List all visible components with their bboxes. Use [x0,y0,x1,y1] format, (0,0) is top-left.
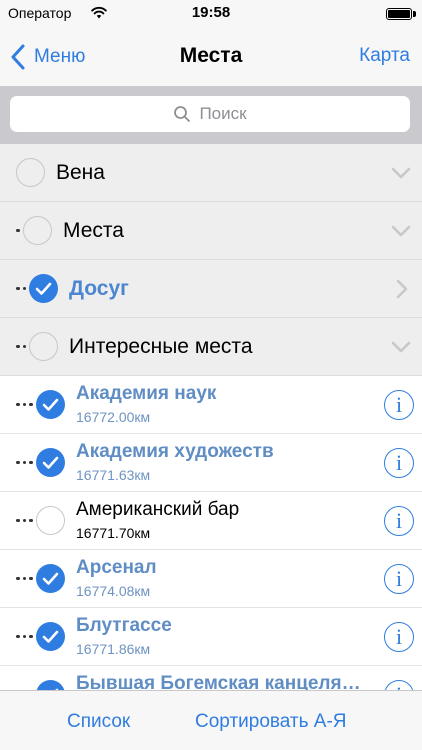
group-label: Досуг [69,277,129,300]
chevron-left-icon [11,44,25,70]
checked-circle-icon[interactable] [36,680,65,690]
item-distance: 16772.00км [76,409,151,425]
page-title: Места [179,44,243,67]
level-dots [16,202,23,259]
group-label: Интересные места [69,335,253,358]
info-icon[interactable]: i [384,505,414,536]
battery-nub [413,11,416,17]
places-list[interactable]: Вена Места Досуг Интересные места Академ… [0,144,422,690]
search-icon [174,106,191,122]
search-bar: Поиск [0,86,422,144]
list-item[interactable]: Бывшая Богемская канцеля… i [0,666,422,690]
item-distance: 16771.86км [76,641,151,657]
item-title: Академия художеств [76,441,274,462]
item-title: Арсенал [76,557,157,578]
info-icon[interactable]: i [384,389,414,420]
group-row[interactable]: Интересные места [0,318,422,376]
unchecked-circle-icon[interactable] [36,506,65,535]
level-dots [16,434,36,491]
navigation-bar: Меню Места Карта [0,28,422,86]
list-item[interactable]: Академия художеств 16771.63км i [0,434,422,492]
chevron-down-icon[interactable] [390,162,412,184]
group-label: Места [63,219,124,242]
checked-circle-icon[interactable] [36,564,65,593]
back-button[interactable]: Меню [10,42,85,72]
clock-label: 19:58 [191,4,231,21]
level-dots [16,260,29,317]
group-row[interactable]: Досуг [0,260,422,318]
info-icon[interactable]: i [384,563,414,594]
chevron-down-icon[interactable] [390,220,412,242]
level-dots [16,550,36,607]
list-item[interactable]: Блутгассе 16771.86км i [0,608,422,666]
level-dots [16,608,36,665]
info-icon[interactable]: i [384,679,414,690]
list-item[interactable]: Американский бар 16771.70км i [0,492,422,550]
level-dots [16,376,36,433]
sort-button[interactable]: Сортировать А-Я [195,711,347,733]
checked-circle-icon[interactable] [36,448,65,477]
map-button[interactable]: Карта [359,45,410,67]
level-dots [16,492,36,549]
item-distance: 16771.63км [76,467,151,483]
checked-circle-icon[interactable] [36,622,65,651]
checked-circle-icon[interactable] [29,274,58,303]
search-placeholder: Поиск [199,104,247,123]
unchecked-circle-icon[interactable] [29,332,58,361]
item-title: Бывшая Богемская канцеля… [76,673,361,690]
level-dots [16,318,29,375]
checked-circle-icon[interactable] [36,390,65,419]
group-label: Вена [56,161,105,184]
unchecked-circle-icon[interactable] [16,158,45,187]
info-icon[interactable]: i [384,447,414,478]
group-row[interactable]: Места [0,202,422,260]
status-bar: Оператор 19:58 [0,0,422,28]
group-row[interactable]: Вена [0,144,422,202]
item-title: Американский бар [76,499,240,520]
chevron-down-icon[interactable] [390,336,412,358]
item-title: Академия наук [76,383,217,404]
item-title: Блутгассе [76,615,172,636]
list-item[interactable]: Академия наук 16772.00км i [0,376,422,434]
item-distance: 16771.70км [76,525,151,541]
list-item[interactable]: Арсенал 16774.08км i [0,550,422,608]
level-dots [16,666,36,690]
item-distance: 16774.08км [76,583,151,599]
battery-icon [386,8,412,20]
info-icon[interactable]: i [384,621,414,652]
list-button[interactable]: Список [67,711,130,733]
unchecked-circle-icon[interactable] [23,216,52,245]
bottom-toolbar: Список Сортировать А-Я [0,690,422,750]
search-input[interactable]: Поиск [10,96,410,132]
back-button-label: Меню [34,46,86,67]
chevron-right-icon[interactable] [390,278,412,300]
